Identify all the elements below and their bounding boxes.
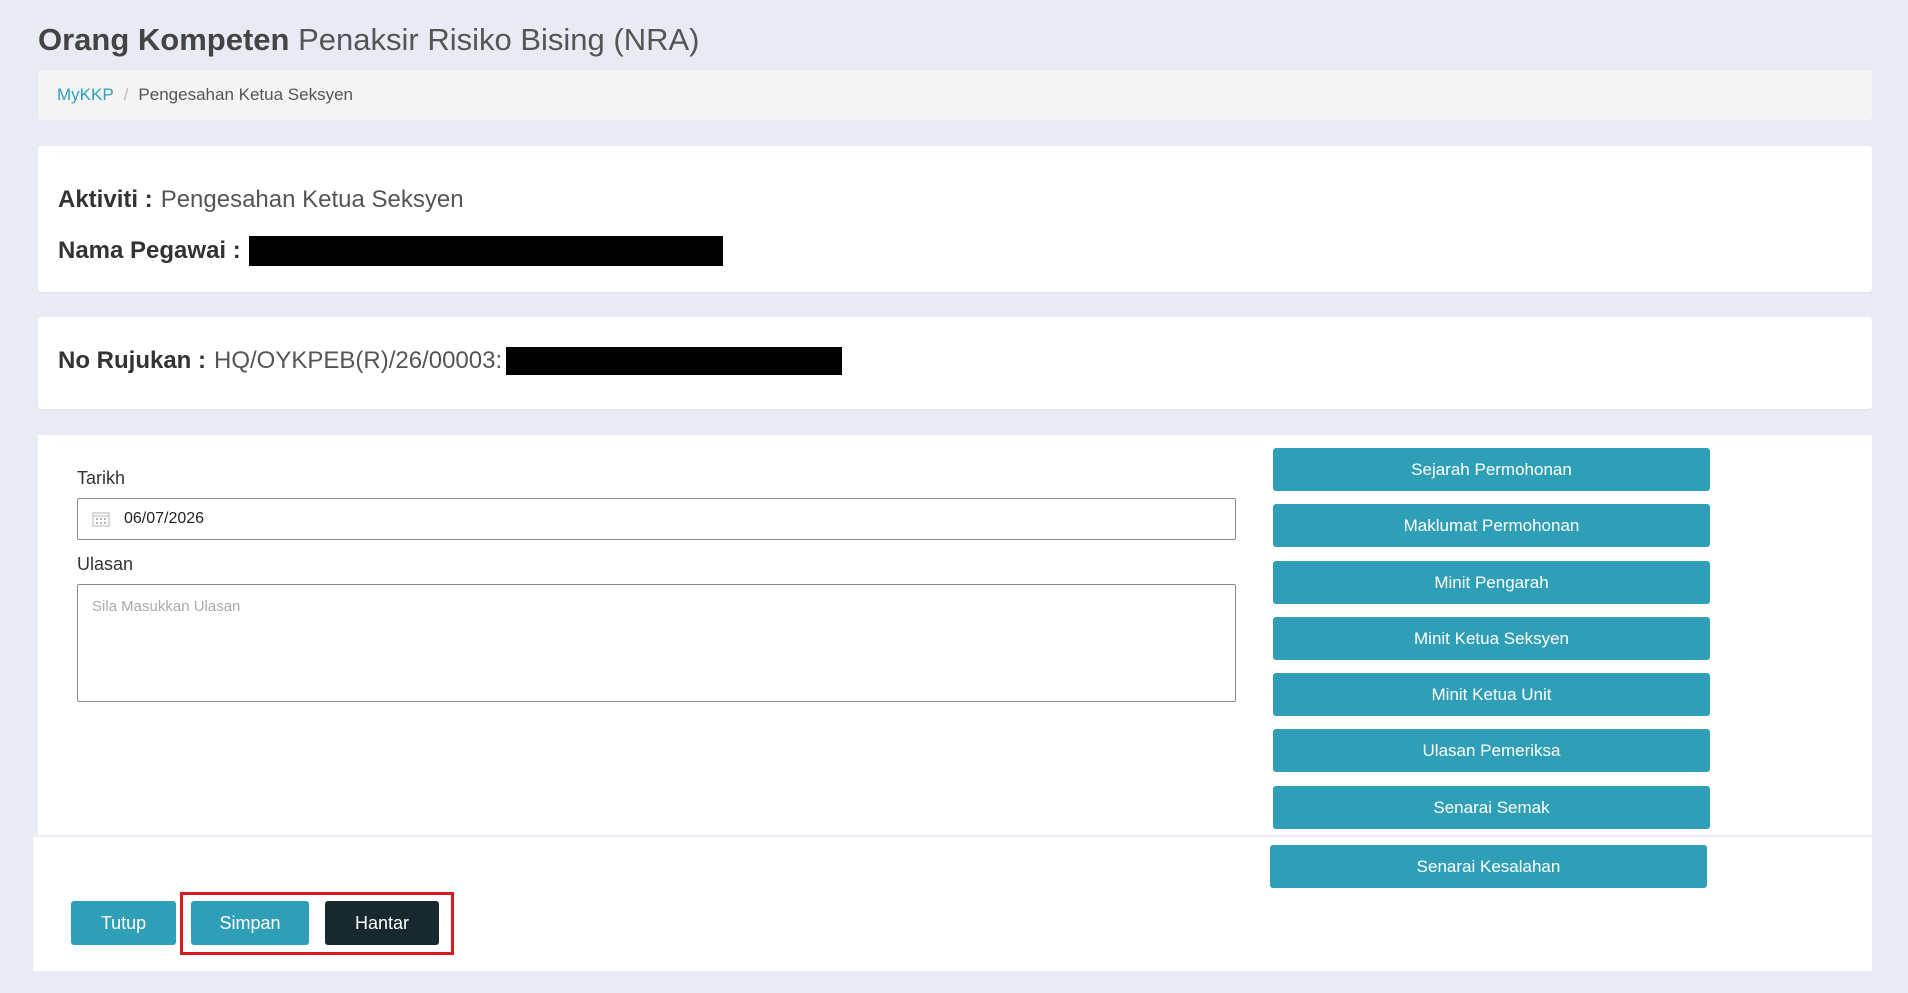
calendar-icon[interactable] [92, 511, 110, 527]
inspector-comments-button[interactable]: Ulasan Pemeriksa [1273, 729, 1710, 772]
employee-label: Nama Pegawai : [58, 237, 241, 264]
page-title-strong: Orang Kompeten [38, 22, 290, 57]
application-info-button[interactable]: Maklumat Permohonan [1273, 504, 1710, 547]
employee-name-redacted [248, 236, 723, 266]
page-title: Orang Kompeten Penaksir Risiko Bising (N… [38, 22, 699, 58]
reference-redacted [506, 347, 843, 375]
employee-row: Nama Pegawai : [58, 236, 723, 266]
breadcrumb: MyKKP / Pengesahan Ketua Seksyen [38, 70, 1872, 120]
breadcrumb-home-link[interactable]: MyKKP [57, 85, 114, 105]
reference-card: No Rujukan : HQ/OYKPEB(R)/26/00003: [38, 317, 1872, 409]
page-title-subtitle: Penaksir Risiko Bising (NRA) [298, 22, 700, 57]
date-label: Tarikh [77, 468, 126, 488]
unit-head-minutes-button[interactable]: Minit Ketua Unit [1273, 673, 1710, 716]
highlight-box [180, 892, 454, 955]
activity-card: Aktiviti : Pengesahan Ketua Seksyen Nama… [38, 146, 1872, 292]
activity-value: Pengesahan Ketua Seksyen [160, 186, 464, 213]
checklist-button[interactable]: Senarai Semak [1273, 786, 1710, 829]
comment-textarea[interactable] [77, 584, 1236, 702]
breadcrumb-separator: / [123, 85, 129, 104]
reference-row: No Rujukan : HQ/OYKPEB(R)/26/00003: [58, 347, 843, 375]
history-button[interactable]: Sejarah Permohonan [1273, 448, 1710, 491]
close-button[interactable]: Tutup [71, 901, 176, 945]
comment-label: Ulasan [77, 554, 134, 574]
offence-list-button[interactable]: Senarai Kesalahan [1270, 845, 1707, 888]
date-input[interactable]: 06/07/2026 [77, 498, 1236, 540]
activity-row: Aktiviti : Pengesahan Ketua Seksyen [58, 186, 464, 214]
date-value[interactable]: 06/07/2026 [124, 510, 204, 528]
reference-value: HQ/OYKPEB(R)/26/00003: [214, 347, 503, 374]
section-head-minutes-button[interactable]: Minit Ketua Seksyen [1273, 617, 1710, 660]
breadcrumb-current: Pengesahan Ketua Seksyen [138, 85, 353, 104]
reference-label: No Rujukan : [58, 347, 206, 374]
director-minutes-button[interactable]: Minit Pengarah [1273, 561, 1710, 604]
activity-label: Aktiviti : [58, 186, 153, 213]
